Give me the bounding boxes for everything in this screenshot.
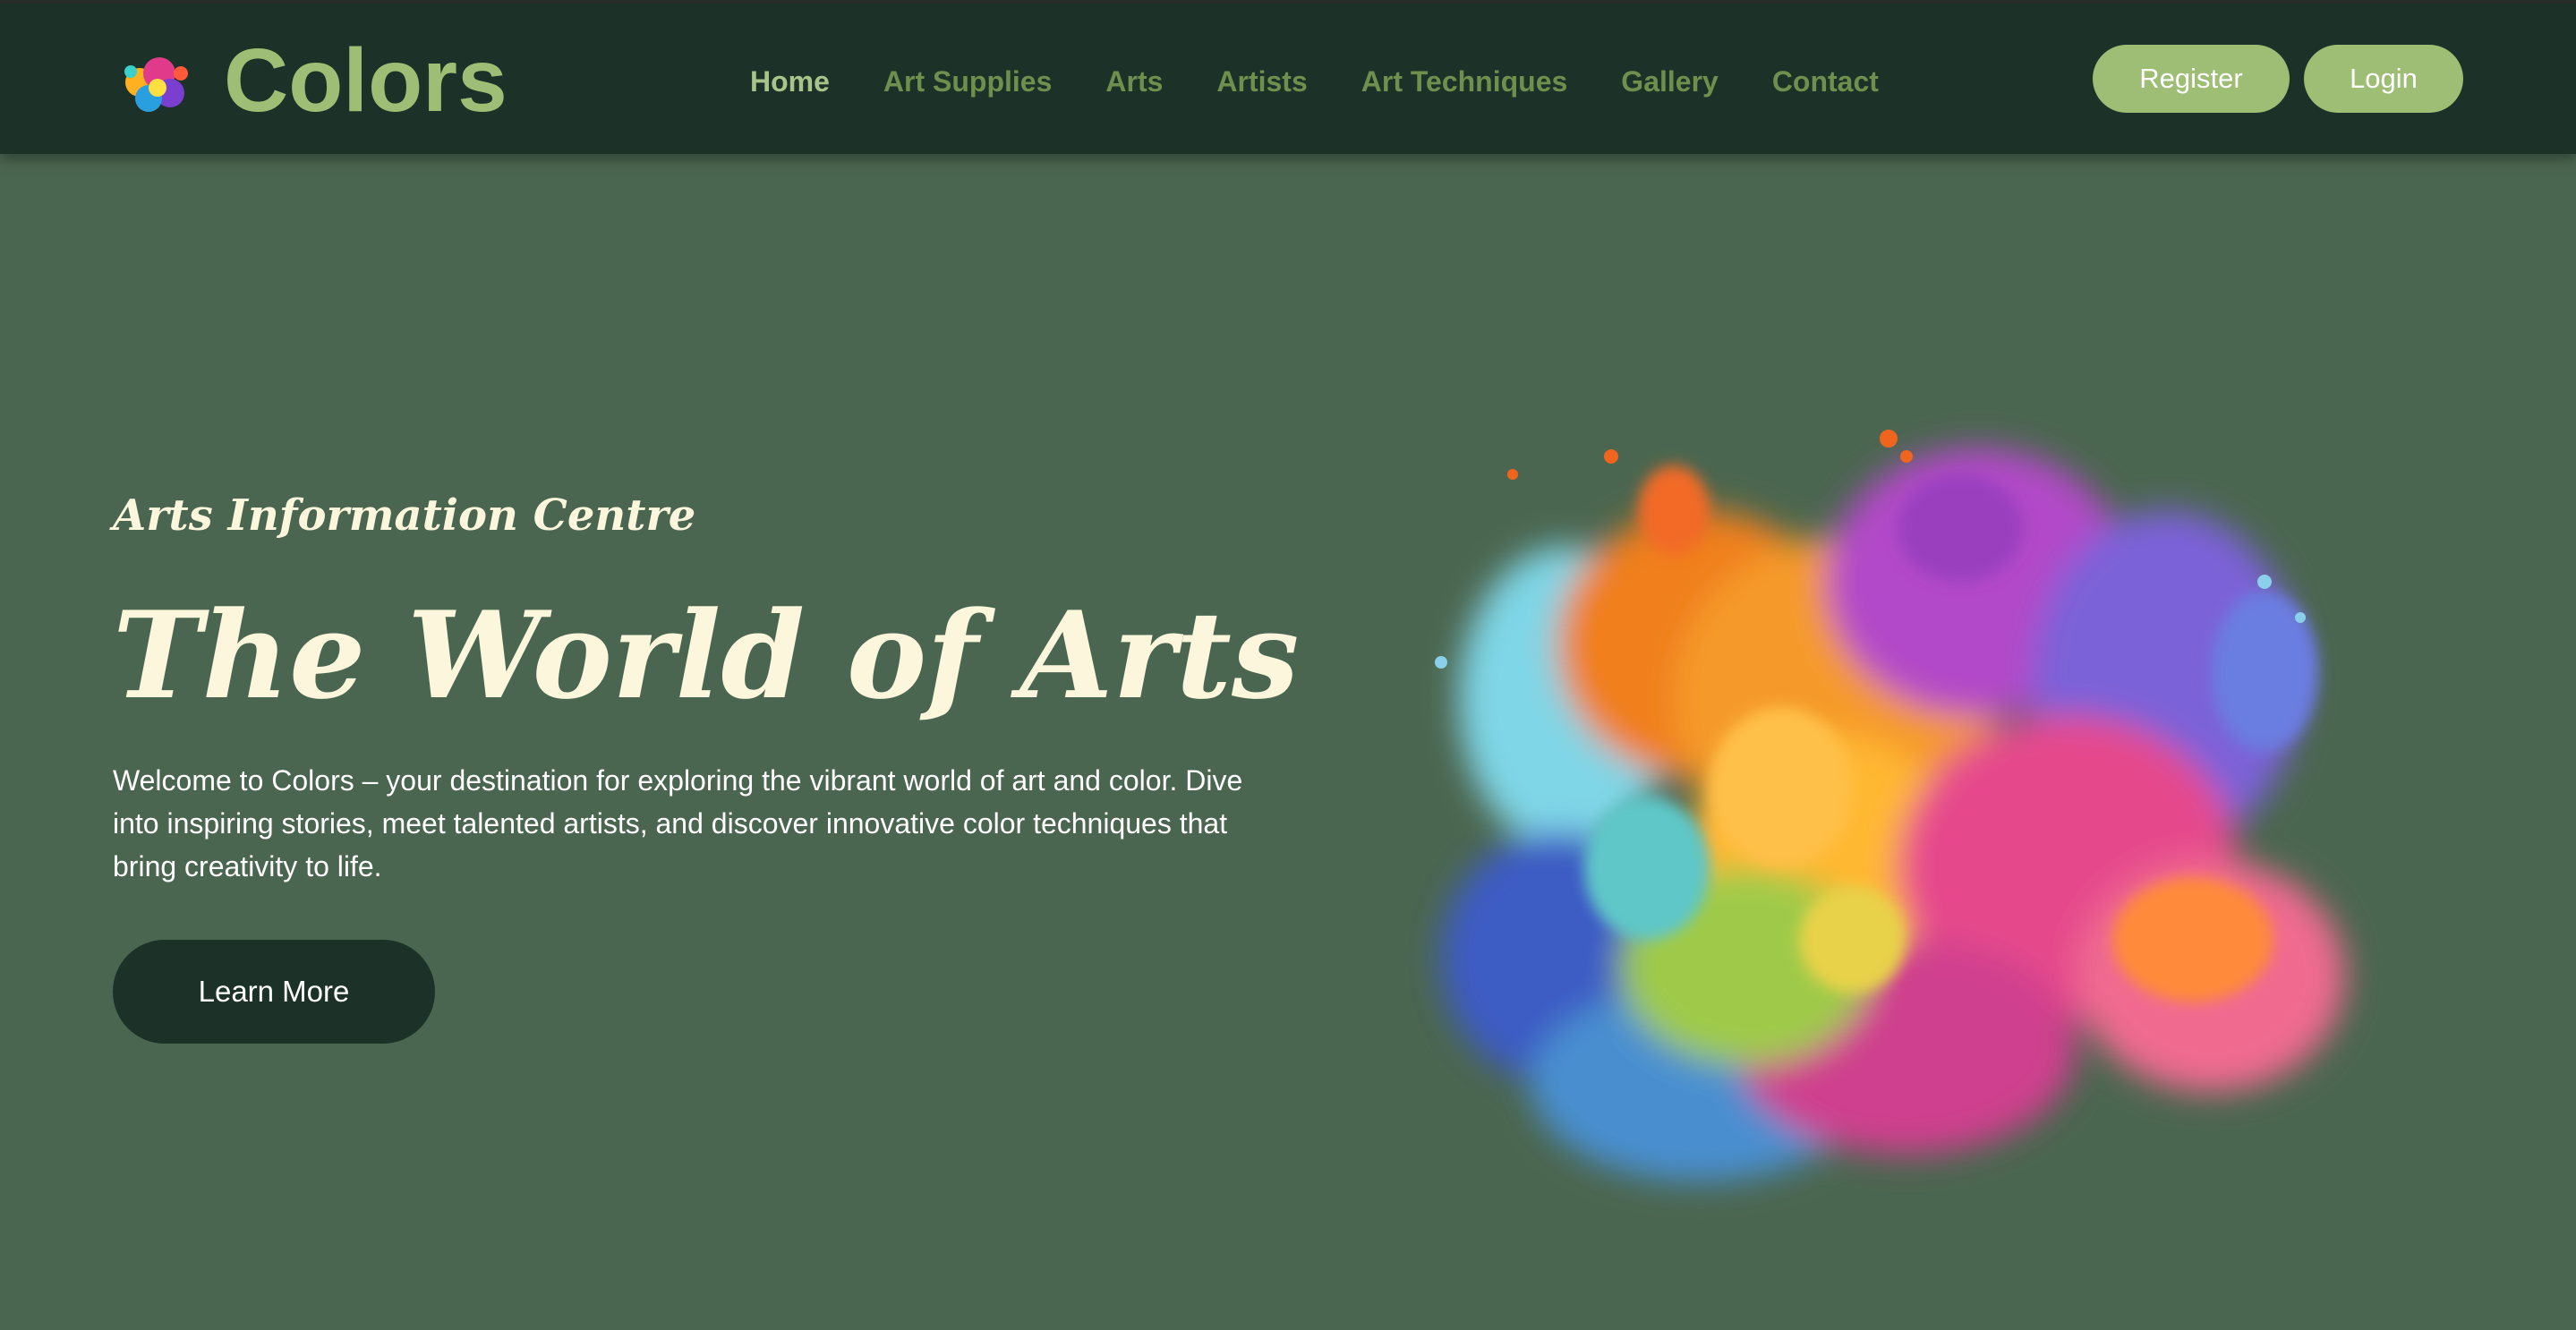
learn-more-button[interactable]: Learn More xyxy=(113,940,435,1044)
nav-gallery[interactable]: Gallery xyxy=(1621,65,1719,98)
nav-arts[interactable]: Arts xyxy=(1105,65,1163,98)
brand-name[interactable]: Colors xyxy=(224,27,508,134)
main-nav: Home Art Supplies Arts Artists Art Techn… xyxy=(750,59,1879,104)
nav-art-techniques[interactable]: Art Techniques xyxy=(1361,65,1568,98)
paint-splash-icon[interactable] xyxy=(113,47,199,124)
nav-art-supplies[interactable]: Art Supplies xyxy=(883,65,1052,98)
nav-home[interactable]: Home xyxy=(750,65,830,98)
hero-eyebrow: Arts Information Centre xyxy=(113,490,696,541)
hero-description: Welcome to Colors – your destination for… xyxy=(113,764,1243,882)
login-button[interactable]: Login xyxy=(2304,45,2463,113)
nav-artists[interactable]: Artists xyxy=(1216,65,1307,98)
nav-contact[interactable]: Contact xyxy=(1772,65,1879,98)
register-button[interactable]: Register xyxy=(2093,45,2290,113)
color-ink-splash-image xyxy=(1435,430,2345,1181)
site-header: Colors Home Art Supplies Arts Artists Ar… xyxy=(0,4,2576,154)
hero-title: The World of Arts xyxy=(113,584,1300,726)
